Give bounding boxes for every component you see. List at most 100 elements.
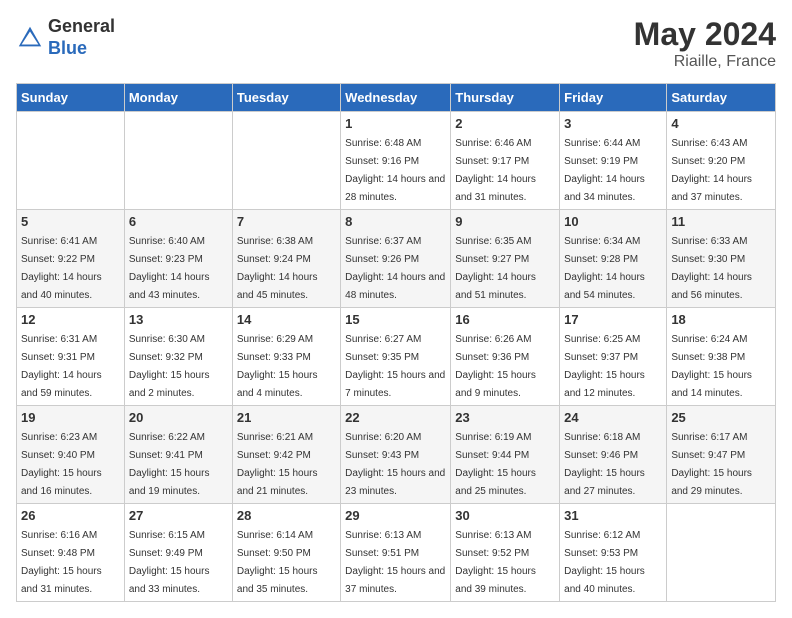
calendar-cell: 4 Sunrise: 6:43 AM Sunset: 9:20 PM Daylig…	[667, 112, 776, 210]
calendar-cell: 19 Sunrise: 6:23 AM Sunset: 9:40 PM Dayli…	[17, 406, 125, 504]
calendar-cell: 14 Sunrise: 6:29 AM Sunset: 9:33 PM Dayli…	[232, 308, 340, 406]
day-number: 5	[21, 214, 120, 229]
day-info: Sunrise: 6:14 AM Sunset: 9:50 PM Dayligh…	[237, 530, 318, 595]
day-info: Sunrise: 6:12 AM Sunset: 9:53 PM Dayligh…	[564, 530, 645, 595]
day-info: Sunrise: 6:20 AM Sunset: 9:43 PM Dayligh…	[345, 432, 445, 497]
calendar-cell	[232, 112, 340, 210]
calendar-cell: 25 Sunrise: 6:17 AM Sunset: 9:47 PM Dayli…	[667, 406, 776, 504]
calendar-cell: 29 Sunrise: 6:13 AM Sunset: 9:51 PM Dayli…	[341, 504, 451, 602]
day-number: 9	[455, 214, 555, 229]
day-info: Sunrise: 6:13 AM Sunset: 9:52 PM Dayligh…	[455, 530, 536, 595]
day-info: Sunrise: 6:46 AM Sunset: 9:17 PM Dayligh…	[455, 138, 536, 203]
day-info: Sunrise: 6:25 AM Sunset: 9:37 PM Dayligh…	[564, 334, 645, 399]
day-number: 6	[129, 214, 228, 229]
day-number: 4	[671, 116, 771, 131]
day-number: 17	[564, 312, 662, 327]
calendar-cell: 18Sunrise: 6:24 AM Sunset: 9:38 PM Dayli…	[667, 308, 776, 406]
logo-blue-text: Blue	[48, 38, 115, 60]
day-info: Sunrise: 6:37 AM Sunset: 9:26 PM Dayligh…	[345, 236, 445, 301]
day-number: 10	[564, 214, 662, 229]
calendar-cell: 5 Sunrise: 6:41 AM Sunset: 9:22 PM Daylig…	[17, 210, 125, 308]
day-info: Sunrise: 6:21 AM Sunset: 9:42 PM Dayligh…	[237, 432, 318, 497]
calendar-table: SundayMondayTuesdayWednesdayThursdayFrid…	[16, 83, 776, 602]
calendar-cell: 1 Sunrise: 6:48 AM Sunset: 9:16 PM Daylig…	[341, 112, 451, 210]
day-number: 19	[21, 410, 120, 425]
day-number: 15	[345, 312, 446, 327]
calendar-cell: 24Sunrise: 6:18 AM Sunset: 9:46 PM Dayli…	[560, 406, 667, 504]
day-info: Sunrise: 6:29 AM Sunset: 9:33 PM Dayligh…	[237, 334, 318, 399]
day-info: Sunrise: 6:27 AM Sunset: 9:35 PM Dayligh…	[345, 334, 445, 399]
day-number: 3	[564, 116, 662, 131]
week-row-1: 5 Sunrise: 6:41 AM Sunset: 9:22 PM Daylig…	[17, 210, 776, 308]
calendar-cell: 3Sunrise: 6:44 AM Sunset: 9:19 PM Daylig…	[560, 112, 667, 210]
day-info: Sunrise: 6:15 AM Sunset: 9:49 PM Dayligh…	[129, 530, 210, 595]
calendar-cell	[17, 112, 125, 210]
location-subtitle: Riaille, France	[634, 53, 776, 71]
day-info: Sunrise: 6:34 AM Sunset: 9:28 PM Dayligh…	[564, 236, 645, 301]
day-number: 23	[455, 410, 555, 425]
day-info: Sunrise: 6:13 AM Sunset: 9:51 PM Dayligh…	[345, 530, 445, 595]
calendar-cell: 8 Sunrise: 6:37 AM Sunset: 9:26 PM Daylig…	[341, 210, 451, 308]
day-info: Sunrise: 6:16 AM Sunset: 9:48 PM Dayligh…	[21, 530, 102, 595]
week-row-4: 26Sunrise: 6:16 AM Sunset: 9:48 PM Dayli…	[17, 504, 776, 602]
day-info: Sunrise: 6:17 AM Sunset: 9:47 PM Dayligh…	[671, 432, 752, 497]
day-info: Sunrise: 6:31 AM Sunset: 9:31 PM Dayligh…	[21, 334, 102, 399]
day-info: Sunrise: 6:41 AM Sunset: 9:22 PM Dayligh…	[21, 236, 102, 301]
calendar-cell: 21 Sunrise: 6:21 AM Sunset: 9:42 PM Dayli…	[232, 406, 340, 504]
logo-text: General Blue	[48, 16, 115, 59]
title-area: May 2024 Riaille, France	[634, 16, 776, 71]
weekday-header-row: SundayMondayTuesdayWednesdayThursdayFrid…	[17, 84, 776, 112]
day-info: Sunrise: 6:22 AM Sunset: 9:41 PM Dayligh…	[129, 432, 210, 497]
day-number: 25	[671, 410, 771, 425]
day-info: Sunrise: 6:24 AM Sunset: 9:38 PM Dayligh…	[671, 334, 752, 399]
logo-general-text: General	[48, 16, 115, 38]
week-row-2: 12Sunrise: 6:31 AM Sunset: 9:31 PM Dayli…	[17, 308, 776, 406]
day-number: 28	[237, 508, 336, 523]
week-row-3: 19 Sunrise: 6:23 AM Sunset: 9:40 PM Dayli…	[17, 406, 776, 504]
day-info: Sunrise: 6:26 AM Sunset: 9:36 PM Dayligh…	[455, 334, 536, 399]
calendar-cell: 31Sunrise: 6:12 AM Sunset: 9:53 PM Dayli…	[560, 504, 667, 602]
calendar-cell: 13 Sunrise: 6:30 AM Sunset: 9:32 PM Dayli…	[124, 308, 232, 406]
weekday-header-sunday: Sunday	[17, 84, 125, 112]
calendar-cell	[667, 504, 776, 602]
day-number: 2	[455, 116, 555, 131]
month-year-title: May 2024	[634, 16, 776, 53]
weekday-header-monday: Monday	[124, 84, 232, 112]
day-info: Sunrise: 6:30 AM Sunset: 9:32 PM Dayligh…	[129, 334, 210, 399]
day-info: Sunrise: 6:33 AM Sunset: 9:30 PM Dayligh…	[671, 236, 752, 301]
weekday-header-tuesday: Tuesday	[232, 84, 340, 112]
calendar-cell: 6 Sunrise: 6:40 AM Sunset: 9:23 PM Daylig…	[124, 210, 232, 308]
weekday-header-friday: Friday	[560, 84, 667, 112]
calendar-cell: 11 Sunrise: 6:33 AM Sunset: 9:30 PM Dayli…	[667, 210, 776, 308]
day-number: 1	[345, 116, 446, 131]
day-info: Sunrise: 6:18 AM Sunset: 9:46 PM Dayligh…	[564, 432, 645, 497]
day-number: 30	[455, 508, 555, 523]
calendar-cell: 20 Sunrise: 6:22 AM Sunset: 9:41 PM Dayli…	[124, 406, 232, 504]
day-number: 8	[345, 214, 446, 229]
day-number: 29	[345, 508, 446, 523]
day-info: Sunrise: 6:48 AM Sunset: 9:16 PM Dayligh…	[345, 138, 445, 203]
calendar-cell: 10 Sunrise: 6:34 AM Sunset: 9:28 PM Dayli…	[560, 210, 667, 308]
calendar-cell: 26Sunrise: 6:16 AM Sunset: 9:48 PM Dayli…	[17, 504, 125, 602]
calendar-cell: 15 Sunrise: 6:27 AM Sunset: 9:35 PM Dayli…	[341, 308, 451, 406]
day-info: Sunrise: 6:23 AM Sunset: 9:40 PM Dayligh…	[21, 432, 102, 497]
logo: General Blue	[16, 16, 115, 59]
day-info: Sunrise: 6:43 AM Sunset: 9:20 PM Dayligh…	[671, 138, 752, 203]
week-row-0: 1 Sunrise: 6:48 AM Sunset: 9:16 PM Daylig…	[17, 112, 776, 210]
day-number: 20	[129, 410, 228, 425]
day-info: Sunrise: 6:40 AM Sunset: 9:23 PM Dayligh…	[129, 236, 210, 301]
calendar-cell: 30 Sunrise: 6:13 AM Sunset: 9:52 PM Dayli…	[451, 504, 560, 602]
day-number: 27	[129, 508, 228, 523]
calendar-cell: 16 Sunrise: 6:26 AM Sunset: 9:36 PM Dayli…	[451, 308, 560, 406]
day-number: 16	[455, 312, 555, 327]
day-number: 14	[237, 312, 336, 327]
day-info: Sunrise: 6:19 AM Sunset: 9:44 PM Dayligh…	[455, 432, 536, 497]
day-number: 11	[671, 214, 771, 229]
calendar-cell: 2 Sunrise: 6:46 AM Sunset: 9:17 PM Daylig…	[451, 112, 560, 210]
calendar-cell: 12Sunrise: 6:31 AM Sunset: 9:31 PM Dayli…	[17, 308, 125, 406]
day-info: Sunrise: 6:35 AM Sunset: 9:27 PM Dayligh…	[455, 236, 536, 301]
day-number: 21	[237, 410, 336, 425]
calendar-cell: 23 Sunrise: 6:19 AM Sunset: 9:44 PM Dayli…	[451, 406, 560, 504]
calendar-cell: 22Sunrise: 6:20 AM Sunset: 9:43 PM Dayli…	[341, 406, 451, 504]
day-number: 13	[129, 312, 228, 327]
